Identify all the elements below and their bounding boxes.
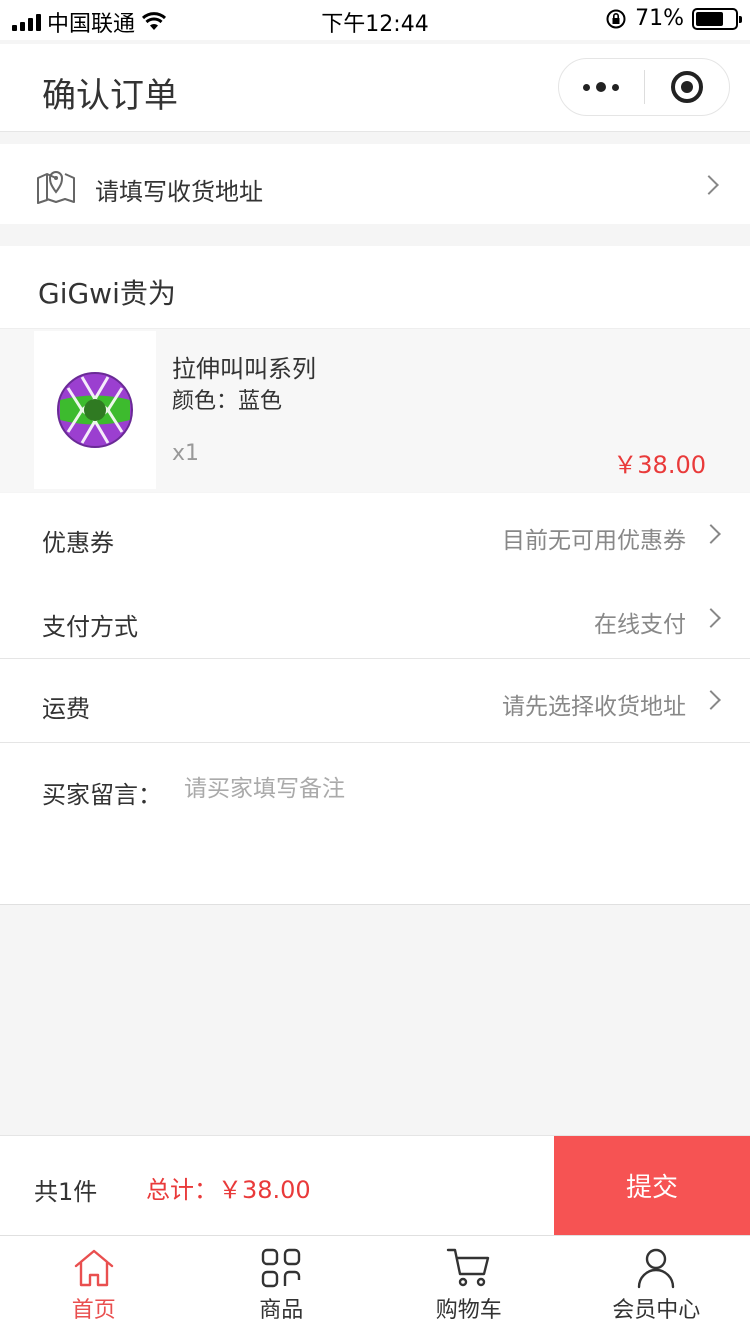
tab-member-label: 会员中心: [612, 1298, 701, 1323]
order-total: 总计：￥38.00: [146, 1176, 311, 1204]
status-bar: 中国联通 下午12:44 71%: [0, 0, 750, 40]
shipping-fee-row[interactable]: 运费 请先选择收货地址: [0, 659, 750, 743]
buyer-message-input[interactable]: [184, 769, 704, 809]
more-dots-icon[interactable]: [559, 82, 644, 92]
coupon-row[interactable]: 优惠券 目前无可用优惠券: [0, 493, 750, 577]
payment-label: 支付方式: [42, 613, 138, 641]
page-title: 确认订单: [42, 76, 178, 116]
payment-value: 在线支付: [594, 612, 686, 638]
tab-cart-label: 购物车: [435, 1298, 502, 1323]
submit-button[interactable]: 提交: [554, 1136, 750, 1235]
tab-cart[interactable]: 购物车: [375, 1236, 563, 1334]
status-right: 71%: [605, 6, 742, 31]
tab-home[interactable]: 首页: [0, 1236, 188, 1334]
product-spec: 颜色：蓝色: [172, 389, 283, 414]
tab-home-label: 首页: [71, 1298, 116, 1323]
shop-header: GiGwi贵为: [0, 246, 750, 328]
tab-bar: 首页 商品 购物车 会员中心: [0, 1235, 750, 1334]
item-count: 共1件: [34, 1178, 98, 1206]
ball-toy-image: [57, 372, 133, 448]
address-placeholder: 请填写收货地址: [95, 178, 263, 206]
shipping-label: 运费: [42, 695, 90, 723]
buyer-message-label: 买家留言：: [42, 781, 162, 809]
battery-percent: 71%: [635, 6, 684, 31]
tab-products[interactable]: 商品: [188, 1236, 376, 1334]
target-circle-icon: [670, 71, 703, 103]
tab-products-label: 商品: [259, 1298, 304, 1323]
coupon-label: 优惠券: [42, 529, 114, 557]
product-price: ￥38.00: [613, 451, 706, 479]
product-name: 拉伸叫叫系列: [172, 355, 316, 383]
navigation-bar: 确认订单: [0, 44, 750, 132]
chevron-right-icon: [701, 524, 721, 544]
shipping-value: 请先选择收货地址: [502, 694, 686, 720]
product-item[interactable]: 拉伸叫叫系列 颜色：蓝色 x1 ￥38.00: [0, 328, 750, 492]
cart-icon: [446, 1248, 489, 1287]
order-submit-bar: 共1件 总计：￥38.00 提交: [0, 1135, 750, 1235]
chevron-right-icon: [699, 175, 719, 195]
user-icon: [638, 1248, 675, 1289]
shop-name: GiGwi贵为: [38, 277, 176, 310]
product-quantity: x1: [172, 441, 200, 466]
buyer-message-row: 买家留言：: [0, 743, 750, 905]
grid-icon: [262, 1248, 301, 1288]
map-icon: [37, 171, 75, 204]
chevron-right-icon: [701, 690, 721, 710]
chevron-right-icon: [701, 608, 721, 628]
tab-member-center[interactable]: 会员中心: [563, 1236, 750, 1334]
home-icon: [74, 1249, 113, 1287]
payment-method-row[interactable]: 支付方式 在线支付: [0, 577, 750, 661]
mini-program-capsule: [558, 58, 730, 116]
address-selector[interactable]: 请填写收货地址: [0, 144, 750, 224]
orientation-lock-icon: [606, 9, 626, 28]
battery-icon: [692, 7, 742, 30]
close-button[interactable]: [645, 71, 730, 103]
product-image: [34, 331, 156, 489]
coupon-value: 目前无可用优惠券: [502, 528, 686, 554]
